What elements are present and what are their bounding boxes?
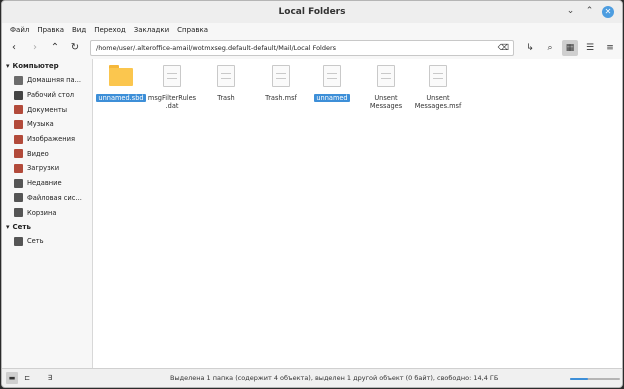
file-item[interactable]: unnamed: [307, 65, 357, 102]
sidebar-item-computer-8[interactable]: Файловая сис...: [2, 191, 92, 206]
zoom-level-fill: [570, 378, 588, 380]
sidebar-item-computer-4[interactable]: Изображения: [2, 132, 92, 147]
forward-icon[interactable]: ›: [28, 41, 42, 55]
path-input[interactable]: /home/user/.alteroffice-amail/wotmxseg.d…: [90, 40, 514, 56]
sidebar-item-label: Сеть: [27, 237, 44, 246]
sidebar-item-label: Изображения: [27, 135, 75, 144]
up-icon[interactable]: ⌃: [48, 41, 62, 55]
document-icon: [323, 65, 341, 87]
folder-item[interactable]: unnamed.sbd: [96, 65, 146, 102]
sidebar-item-label: Музыка: [27, 120, 54, 129]
sidebar-item-computer-2[interactable]: Документы: [2, 102, 92, 117]
sidebar-header-network: Сеть: [12, 222, 31, 231]
sidebar-item-label: Файловая сис...: [27, 193, 82, 202]
file-name: unnamed.sbd: [96, 94, 146, 102]
path-text: /home/user/.alteroffice-amail/wotmxseg.d…: [96, 44, 337, 52]
file-item[interactable]: msgFilterRules .dat: [147, 65, 197, 110]
window-title: Local Folders: [278, 7, 346, 17]
maximize-icon[interactable]: ⌃: [584, 6, 595, 17]
terminal-icon[interactable]: ↳: [522, 40, 538, 56]
close-icon[interactable]: ✕: [602, 6, 614, 18]
network-icon: [14, 236, 23, 246]
clear-path-icon[interactable]: ⌫: [498, 43, 509, 52]
music-icon: [14, 119, 23, 129]
minimize-icon[interactable]: ⌄: [565, 6, 576, 17]
file-name: Trash: [217, 94, 235, 102]
file-item[interactable]: Trash: [201, 65, 251, 102]
desktop-icon: [14, 90, 23, 100]
sidebar-item-label: Корзина: [27, 208, 57, 217]
show-places-icon[interactable]: ▬: [6, 372, 18, 384]
back-icon[interactable]: ‹: [7, 41, 21, 55]
sidebar-section-computer[interactable]: ▾ Компьютер: [2, 59, 92, 73]
menu-view[interactable]: Вид: [68, 26, 90, 34]
menu-edit[interactable]: Правка: [33, 26, 68, 34]
sidebar-item-computer-7[interactable]: Недавние: [2, 176, 92, 191]
sidebar-header-computer: Компьютер: [12, 62, 59, 70]
sidebar-item-computer-0[interactable]: Домашняя па...: [2, 73, 92, 88]
list-view-icon[interactable]: ☰: [582, 40, 598, 56]
sidebar-item-label: Рабочий стол: [27, 91, 75, 100]
file-view[interactable]: unnamed.sbd msgFilterRules .dat Trash Trash…: [92, 59, 622, 369]
sidebar-item-computer-9[interactable]: Корзина: [2, 205, 92, 220]
sidebar-item-network-0[interactable]: Сеть: [2, 234, 92, 249]
sidebar-item-label: Загрузки: [27, 164, 60, 173]
zoom-slider[interactable]: [570, 378, 620, 380]
file-item[interactable]: Unsent Messages.msf: [413, 65, 463, 110]
document-icon: [272, 65, 290, 87]
file-name: Unsent Messages.msf: [414, 94, 462, 110]
menu-go[interactable]: Переход: [90, 26, 130, 34]
video-icon: [14, 149, 23, 159]
search-icon[interactable]: ⌕: [542, 40, 558, 56]
file-manager-window: Local Folders ⌄ ⌃ ✕ Файл Правка Вид Пере…: [1, 0, 623, 388]
grid-view-icon[interactable]: ▦: [562, 40, 578, 56]
menu-file[interactable]: Файл: [6, 26, 33, 34]
collapse-icon[interactable]: ▾: [6, 223, 10, 231]
file-name: msgFilterRules .dat: [147, 94, 197, 110]
recent-icon: [14, 178, 23, 188]
menu-help[interactable]: Справка: [173, 26, 212, 34]
document-icon: [163, 65, 181, 87]
sidebar-section-network[interactable]: ▾ Сеть: [2, 220, 92, 234]
sidebar: ▾ Компьютер Домашняя па... Рабочий стол До…: [2, 59, 92, 369]
title-bar[interactable]: Local Folders ⌄ ⌃ ✕: [2, 1, 622, 23]
sidebar-item-label: Недавние: [27, 179, 62, 188]
downloads-icon: [14, 163, 23, 173]
menu-bar: Файл Правка Вид Переход Закладки Справка: [2, 23, 622, 37]
menu-bookmarks[interactable]: Закладки: [130, 26, 173, 34]
sidebar-item-label: Документы: [27, 105, 68, 114]
sidebar-item-computer-1[interactable]: Рабочий стол: [2, 88, 92, 103]
sidebar-item-computer-6[interactable]: Загрузки: [2, 161, 92, 176]
status-bar: ▬ ⊏ ∃ Выделена 1 папка (содержит 4 объек…: [2, 368, 622, 387]
sidebar-item-label: Видео: [27, 149, 49, 158]
file-item[interactable]: Unsent Messages: [361, 65, 411, 110]
filesystem-icon: [14, 193, 23, 203]
file-name: Unsent Messages: [369, 94, 403, 110]
document-icon: [377, 65, 395, 87]
toolbar: ‹ › ⌃ ↻ /home/user/.alteroffice-amail/wo…: [2, 37, 622, 59]
sidebar-item-label: Домашняя па...: [27, 76, 81, 85]
show-tree-icon[interactable]: ⊏: [21, 372, 33, 384]
reload-icon[interactable]: ↻: [68, 41, 82, 55]
home-icon: [14, 75, 23, 85]
hide-sidebar-icon[interactable]: ∃: [44, 372, 56, 384]
file-item[interactable]: Trash.msf: [256, 65, 306, 102]
compact-view-icon[interactable]: ≡: [602, 40, 618, 56]
sidebar-item-computer-5[interactable]: Видео: [2, 146, 92, 161]
file-name: Trash.msf: [265, 94, 297, 102]
file-name: unnamed: [314, 94, 350, 102]
status-text: Выделена 1 папка (содержит 4 объекта), в…: [170, 374, 499, 382]
sidebar-item-computer-3[interactable]: Музыка: [2, 117, 92, 132]
collapse-icon[interactable]: ▾: [6, 62, 10, 70]
pictures-icon: [14, 134, 23, 144]
folder-icon: [109, 65, 133, 87]
documents-icon: [14, 105, 23, 115]
document-icon: [217, 65, 235, 87]
trash-icon: [14, 208, 23, 218]
document-icon: [429, 65, 447, 87]
